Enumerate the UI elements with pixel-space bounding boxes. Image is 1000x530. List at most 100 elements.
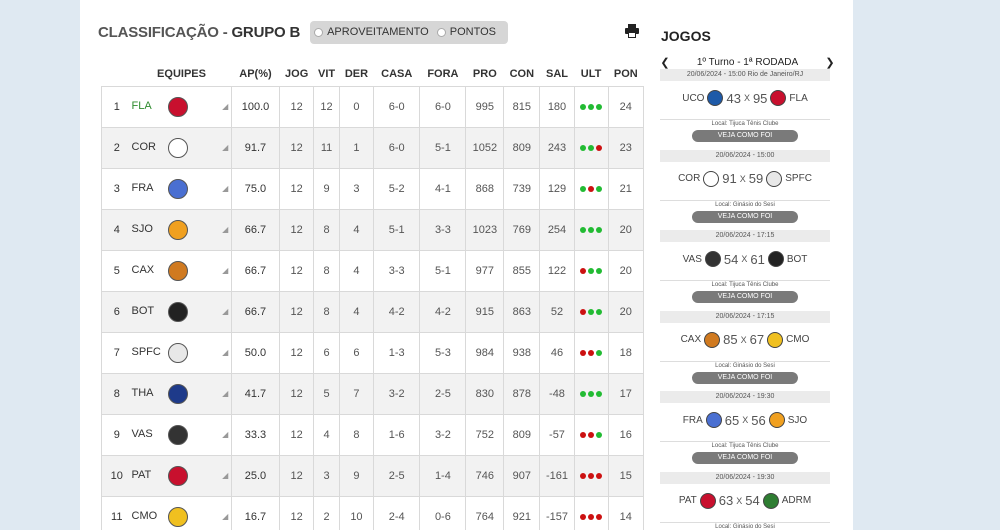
col-header-ult[interactable]: ULT <box>574 62 608 86</box>
table-row[interactable]: 9 VAS ◢ 33.3 12 4 8 1-6 3-2 752 809 -57 16 <box>101 413 645 456</box>
result-dot-icon <box>588 308 595 315</box>
veja-como-foi-button[interactable]: VEJA COMO FOI <box>692 371 798 384</box>
pro-cell: 830 <box>465 372 505 415</box>
table-row[interactable]: 4 SJO ◢ 66.7 12 8 4 5-1 3-3 1023 769 254 20 <box>101 208 645 251</box>
table-row[interactable]: 2 COR ◢ 91.7 12 11 1 6-0 5-1 1052 809 243 23 <box>101 126 645 169</box>
team-name[interactable]: CMO <box>132 510 168 522</box>
table-row[interactable]: 7 SPFC ◢ 50.0 12 6 6 1-3 5-3 984 938 46 18 <box>101 331 645 374</box>
expand-caret-icon[interactable]: ◢ <box>219 249 232 292</box>
sal-cell: 129 <box>539 167 575 210</box>
col-header-sal[interactable]: SAL <box>540 62 574 86</box>
col-header-pon[interactable]: PON <box>608 62 643 86</box>
radio-icon[interactable] <box>314 27 324 37</box>
col-header-pro[interactable]: PRO <box>466 62 504 86</box>
fora-cell: 2-5 <box>419 372 467 415</box>
pro-cell: 868 <box>465 167 505 210</box>
con-cell: 739 <box>503 167 541 210</box>
table-row[interactable]: 1 FLA ◢ 100.0 12 12 0 6-0 6-0 995 815 180 24 <box>101 85 645 128</box>
veja-como-foi-button[interactable]: VEJA COMO FOI <box>692 452 798 464</box>
team-name[interactable]: FRA <box>132 182 168 194</box>
team-name[interactable]: FLA <box>132 100 168 112</box>
expand-caret-icon[interactable]: ◢ <box>219 454 232 497</box>
game-score-row: VAS 54 X 61 BOT <box>660 244 830 274</box>
col-header-vit[interactable]: VIT <box>314 62 339 86</box>
der-cell: 6 <box>338 331 375 374</box>
away-team-name: CMO <box>786 334 810 345</box>
col-header-fora[interactable]: FORA <box>420 62 466 86</box>
fora-cell: 6-0 <box>419 85 467 128</box>
team-name[interactable]: COR <box>132 141 168 153</box>
vit-cell: 8 <box>313 290 340 333</box>
team-cell: FRA <box>131 167 220 210</box>
radio-icon[interactable] <box>436 27 446 37</box>
expand-caret-icon[interactable]: ◢ <box>219 208 232 251</box>
team-name[interactable]: PAT <box>132 469 168 481</box>
last-results <box>580 308 603 315</box>
team-name[interactable]: SJO <box>132 223 168 235</box>
table-row[interactable]: 8 THA ◢ 41.7 12 5 7 3-2 2-5 830 878 -48 17 <box>101 372 645 415</box>
expand-caret-icon[interactable]: ◢ <box>219 413 232 456</box>
result-dot-icon <box>596 144 603 151</box>
expand-caret-icon[interactable]: ◢ <box>219 85 232 128</box>
table-row[interactable]: 6 BOT ◢ 66.7 12 8 4 4-2 4-2 915 863 52 20 <box>101 290 645 333</box>
team-name[interactable]: THA <box>132 387 168 399</box>
result-dot-icon <box>596 349 603 356</box>
team-name[interactable]: CAX <box>132 264 168 276</box>
ap-cell: 66.7 <box>231 208 280 251</box>
con-cell: 907 <box>503 454 541 497</box>
team-cell: BOT <box>131 290 220 333</box>
der-cell: 7 <box>338 372 375 415</box>
chevron-left-icon[interactable]: ❮ <box>660 56 670 69</box>
last-results <box>580 390 603 397</box>
col-header-der[interactable]: DER <box>339 62 373 86</box>
table-row[interactable]: 3 FRA ◢ 75.0 12 9 3 5-2 4-1 868 739 129 21 <box>101 167 645 210</box>
expand-caret-icon[interactable]: ◢ <box>219 372 232 415</box>
ult-cell <box>573 454 609 497</box>
team-name[interactable]: VAS <box>132 428 168 440</box>
col-header-jog[interactable]: JOG <box>279 62 313 86</box>
jog-cell: 12 <box>278 85 315 128</box>
expand-caret-icon[interactable]: ◢ <box>219 167 232 210</box>
table-header-row: EQUIPES AP(%) JOG VIT DER CASA FORA PRO CON SAL UL… <box>102 62 644 86</box>
position-cell: 7 <box>101 331 132 374</box>
standings-table: EQUIPES AP(%) JOG VIT DER CASA FORA PRO CON SAL UL… <box>101 62 645 530</box>
vit-cell: 4 <box>313 413 340 456</box>
team-name[interactable]: BOT <box>132 305 168 317</box>
games-title: JOGOS <box>661 28 711 44</box>
result-dot-icon <box>596 185 603 192</box>
result-dot-icon <box>596 267 603 274</box>
printer-icon[interactable] <box>625 24 639 38</box>
team-name[interactable]: SPFC <box>132 346 168 358</box>
team-cell: SPFC <box>131 331 220 374</box>
toggle-aproveitamento[interactable]: APROVEITAMENTO <box>314 26 429 38</box>
table-row[interactable]: 10 PAT ◢ 25.0 12 3 9 2-5 1-4 746 907 -161 15 <box>101 454 645 497</box>
col-header-con[interactable]: CON <box>504 62 540 86</box>
result-dot-icon <box>580 513 587 520</box>
veja-como-foi-button[interactable]: VEJA COMO FOI <box>692 210 798 223</box>
game-card: 20/06/2024 - 19:30 PAT 63 X 54 ADRM Local: Gin… <box>660 471 830 530</box>
col-header-ap[interactable]: AP(%) <box>232 62 280 86</box>
game-card: 20/06/2024 - 15:00 COR 91 X 59 SPFC Local: Gin… <box>660 149 830 230</box>
veja-como-foi-button[interactable]: VEJA COMO FOI <box>692 291 798 303</box>
jog-cell: 12 <box>278 413 315 456</box>
pro-cell: 977 <box>465 249 505 292</box>
col-header-casa[interactable]: CASA <box>374 62 420 86</box>
veja-como-foi-button[interactable]: VEJA COMO FOI <box>692 130 798 142</box>
result-dot-icon <box>580 390 587 397</box>
col-header-equipes[interactable]: EQUIPES <box>132 62 232 86</box>
pon-cell: 21 <box>607 167 645 210</box>
table-row[interactable]: 11 CMO ◢ 16.7 12 2 10 2-4 0-6 764 921 -157 14 <box>101 495 645 530</box>
table-row[interactable]: 5 CAX ◢ 66.7 12 8 4 3-3 5-1 977 855 122 20 <box>101 249 645 292</box>
expand-caret-icon[interactable]: ◢ <box>219 331 232 374</box>
home-team-logo-icon <box>703 170 720 187</box>
chevron-right-icon[interactable]: ❯ <box>825 56 835 69</box>
expand-caret-icon[interactable]: ◢ <box>219 495 232 530</box>
vit-cell: 11 <box>313 126 340 169</box>
ap-cell: 16.7 <box>231 495 280 530</box>
team-cell: CMO <box>131 495 220 530</box>
team-logo-icon <box>167 137 188 158</box>
expand-caret-icon[interactable]: ◢ <box>219 126 232 169</box>
expand-caret-icon[interactable]: ◢ <box>219 290 232 333</box>
vit-cell: 2 <box>313 495 340 530</box>
toggle-pontos[interactable]: PONTOS <box>436 26 496 38</box>
